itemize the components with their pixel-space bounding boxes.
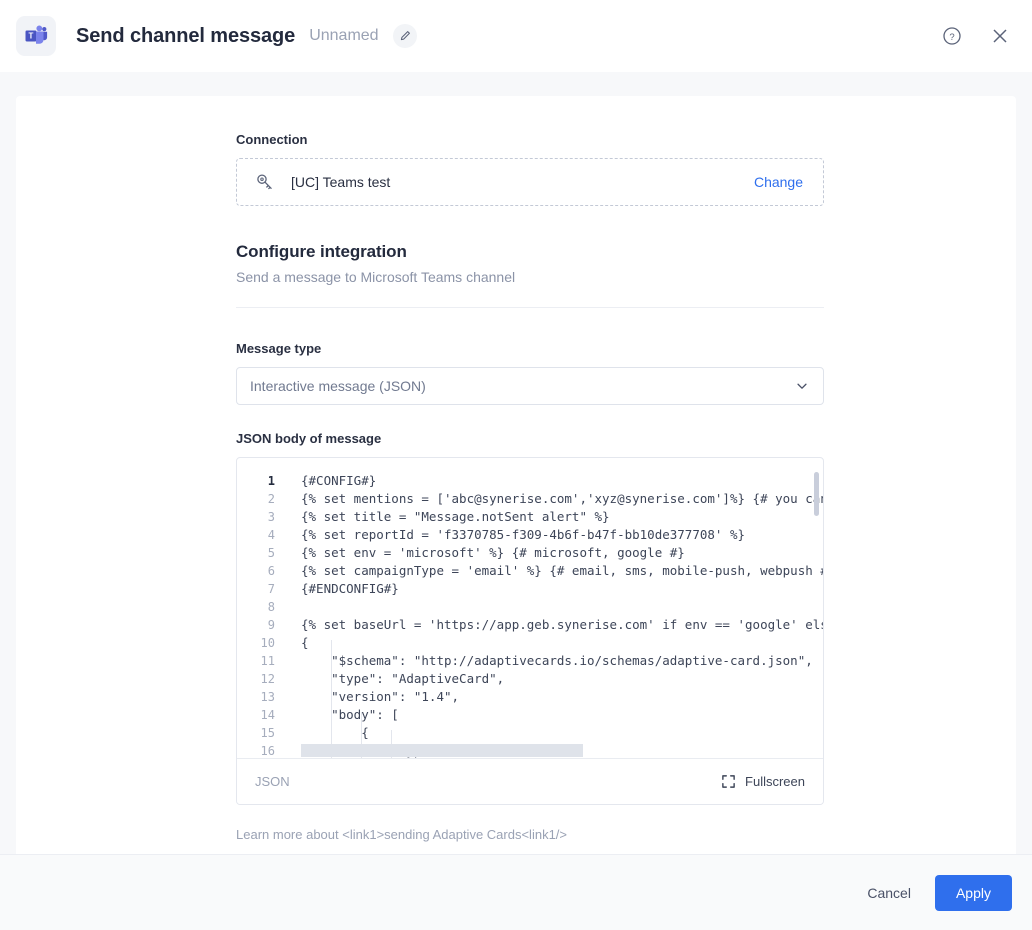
section-title: Configure integration [236, 242, 824, 262]
connection-label: Connection [236, 132, 824, 147]
editor-language-label: JSON [255, 774, 290, 789]
apply-button[interactable]: Apply [935, 875, 1012, 911]
chevron-down-icon [795, 379, 809, 393]
microsoft-teams-logo: T [16, 16, 56, 56]
code-line[interactable]: 12 "type": "AdaptiveCard", [237, 670, 823, 688]
help-button[interactable]: ? [940, 24, 964, 48]
line-number: 13 [237, 688, 287, 706]
connection-name: [UC] Teams test [291, 174, 390, 190]
window-actions: ? [940, 24, 1016, 48]
line-text: {% set title = "Message.notSent alert" %… [287, 508, 610, 526]
line-text: "type": "AdaptiveCard", [287, 670, 504, 688]
line-text: {% set reportId = 'f3370785-f309-4b6f-b4… [287, 526, 745, 544]
line-number: 11 [237, 652, 287, 670]
pencil-icon [399, 30, 411, 42]
editor-horizontal-scrollbar[interactable] [301, 744, 583, 757]
learn-more-text: Learn more about <link1>sending Adaptive… [236, 827, 824, 854]
connection-box[interactable]: [UC] Teams test Change [236, 158, 824, 206]
line-number: 10 [237, 634, 287, 652]
line-number: 5 [237, 544, 287, 562]
line-text: {% set mentions = ['abc@synerise.com','x… [287, 490, 823, 508]
close-button[interactable] [988, 24, 1012, 48]
question-circle-icon: ? [942, 26, 962, 46]
message-type-label: Message type [236, 341, 824, 356]
section-subtitle: Send a message to Microsoft Teams channe… [236, 269, 824, 285]
section-divider [236, 307, 824, 308]
code-editor[interactable]: 1{#CONFIG#}2{% set mentions = ['abc@syne… [236, 457, 824, 805]
rename-button[interactable] [393, 24, 417, 48]
line-text: {% set baseUrl = 'https://app.geb.syneri… [287, 616, 823, 634]
code-line[interactable]: 6{% set campaignType = 'email' %} {# ema… [237, 562, 823, 580]
json-body-group: JSON body of message 1{#CONFIG#}2{% set … [236, 431, 824, 854]
code-line[interactable]: 5{% set env = 'microsoft' %} {# microsof… [237, 544, 823, 562]
line-number: 7 [237, 580, 287, 598]
line-number: 14 [237, 706, 287, 724]
page-subtitle: Unnamed [309, 27, 378, 45]
message-type-group: Message type Interactive message (JSON) [236, 341, 824, 405]
fullscreen-icon [721, 774, 736, 789]
line-number: 6 [237, 562, 287, 580]
line-number: 8 [237, 598, 287, 616]
message-type-value: Interactive message (JSON) [250, 378, 426, 394]
json-body-label: JSON body of message [236, 431, 824, 446]
close-icon [990, 26, 1010, 46]
line-number: 1 [237, 472, 287, 490]
line-number: 4 [237, 526, 287, 544]
message-type-select[interactable]: Interactive message (JSON) [236, 367, 824, 405]
code-line[interactable]: 7{#ENDCONFIG#} [237, 580, 823, 598]
teams-icon: T [23, 23, 49, 49]
svg-text:?: ? [949, 32, 954, 43]
code-line[interactable]: 15 { [237, 724, 823, 742]
line-text: "version": "1.4", [287, 688, 459, 706]
code-lines: 1{#CONFIG#}2{% set mentions = ['abc@syne… [237, 472, 823, 758]
fullscreen-label: Fullscreen [745, 774, 805, 789]
window-header: T Send channel message Unnamed ? [0, 0, 1032, 72]
dialog-body: Connection [UC] Teams test Change Config… [0, 72, 1032, 854]
configure-section-header: Configure integration Send a message to … [236, 242, 824, 285]
window-title-group: Send channel message Unnamed [76, 24, 417, 48]
form-column: Connection [UC] Teams test Change Config… [236, 132, 824, 854]
line-number: 12 [237, 670, 287, 688]
code-line[interactable]: 3{% set title = "Message.notSent alert" … [237, 508, 823, 526]
key-icon [255, 172, 275, 192]
content-card: Connection [UC] Teams test Change Config… [16, 96, 1016, 854]
code-line[interactable]: 9{% set baseUrl = 'https://app.geb.syner… [237, 616, 823, 634]
line-text: "$schema": "http://adaptivecards.io/sche… [287, 652, 813, 670]
line-number: 15 [237, 724, 287, 742]
line-number: 3 [237, 508, 287, 526]
line-text: { [287, 634, 309, 652]
line-text: {% set campaignType = 'email' %} {# emai… [287, 562, 823, 580]
svg-text:T: T [29, 32, 34, 41]
code-line[interactable]: 1{#CONFIG#} [237, 472, 823, 490]
line-number: 16 [237, 742, 287, 758]
code-line[interactable]: 11 "$schema": "http://adaptivecards.io/s… [237, 652, 823, 670]
line-text: { [287, 724, 369, 742]
code-line[interactable]: 8 [237, 598, 823, 616]
line-text: {% set env = 'microsoft' %} {# microsoft… [287, 544, 685, 562]
line-number: 9 [237, 616, 287, 634]
change-connection-link[interactable]: Change [754, 174, 803, 190]
code-editor-viewport[interactable]: 1{#CONFIG#}2{% set mentions = ['abc@syne… [237, 458, 823, 758]
code-line[interactable]: 4{% set reportId = 'f3370785-f309-4b6f-b… [237, 526, 823, 544]
editor-vertical-scrollbar[interactable] [814, 472, 819, 516]
editor-footer: JSON Fullscreen [237, 758, 823, 804]
page-title: Send channel message [76, 25, 295, 48]
fullscreen-button[interactable]: Fullscreen [721, 774, 805, 789]
code-line[interactable]: 14 "body": [ [237, 706, 823, 724]
line-text: "body": [ [287, 706, 399, 724]
cancel-button[interactable]: Cancel [851, 875, 927, 911]
code-line[interactable]: 2{% set mentions = ['abc@synerise.com','… [237, 490, 823, 508]
line-text: {#ENDCONFIG#} [287, 580, 399, 598]
code-line[interactable]: 13 "version": "1.4", [237, 688, 823, 706]
code-line[interactable]: 10{ [237, 634, 823, 652]
dialog-footer: Cancel Apply [0, 854, 1032, 930]
line-text: {#CONFIG#} [287, 472, 376, 490]
line-number: 2 [237, 490, 287, 508]
